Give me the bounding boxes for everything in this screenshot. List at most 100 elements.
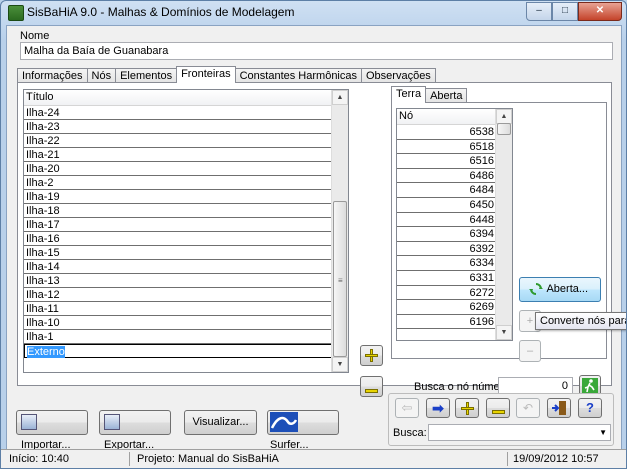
visualizar-button[interactable]: Visualizar... [184, 410, 257, 435]
exportar-button[interactable]: Exportar... [99, 410, 171, 451]
title-row[interactable]: Ilha-11 [24, 302, 332, 316]
chevron-down-icon[interactable]: ▼ [599, 428, 607, 437]
main-window: SisBaHiA 9.0 - Malhas & Domínios de Mode… [0, 0, 627, 469]
title-row-label: Ilha-19 [26, 191, 60, 203]
title-row-label: Ilha-20 [26, 163, 60, 175]
title-row-label: Ilha-15 [26, 247, 60, 259]
titles-grid[interactable]: Título ▽ Ilha-24 Ilha-23 Ilha-22 Ilha-21 Ilh… [23, 89, 349, 373]
title-bar[interactable]: SisBaHiA 9.0 - Malhas & Domínios de Mode… [1, 1, 626, 23]
minus-disabled-icon: – [526, 345, 534, 357]
tab-fronteiras[interactable]: Fronteiras [176, 66, 236, 83]
importar-button[interactable]: Importar... [16, 410, 88, 451]
add-boundary-button[interactable] [360, 345, 383, 366]
arrow-right-icon: ➡ [432, 400, 444, 416]
nav-add-button[interactable] [455, 398, 479, 418]
import-icon [21, 414, 37, 431]
nav-minus-icon [491, 410, 505, 415]
title-row[interactable]: Ilha-24 [24, 106, 332, 120]
nodes-grid[interactable]: Nó 6538 6518 6516 6486 6484 6450 6448 6394 6392 6… [396, 108, 513, 341]
title-row[interactable]: Ilha-14 [24, 260, 332, 274]
nodes-scroll-thumb[interactable] [497, 123, 511, 135]
tab-elementos[interactable]: Elementos [115, 68, 178, 83]
client-area: Nome Malha da Baía de Guanabara Informaç… [6, 25, 626, 451]
surfer-button[interactable]: Surfer... [267, 410, 339, 451]
busca-select[interactable]: ▼ [428, 424, 611, 441]
minimize-button[interactable]: – [526, 2, 552, 21]
minus-icon [365, 389, 378, 394]
tab-aberta[interactable]: Aberta [425, 88, 468, 103]
title-row[interactable]: Ilha-16 [24, 232, 332, 246]
tab-observacoes[interactable]: Observações [361, 68, 436, 83]
scroll-up-arrow[interactable]: ▲ [332, 90, 348, 105]
tab-terra[interactable]: Terra [391, 86, 427, 103]
title-row[interactable]: Ilha-15 [24, 246, 332, 260]
nodes-scroll-up-arrow[interactable]: ▲ [496, 109, 512, 124]
status-bar: Início: 10:40 Projeto: Manual do SisBaHi… [1, 449, 626, 468]
titles-grid-header[interactable]: Título ▽ [24, 90, 348, 106]
status-datetime: 19/09/2012 10:57 [513, 453, 599, 465]
title-row[interactable]: Ilha-13 [24, 274, 332, 288]
close-button[interactable]: ✕ [578, 2, 622, 21]
title-row-label: Ilha-12 [26, 289, 60, 301]
nav-exit-button[interactable] [547, 398, 571, 418]
remove-boundary-button[interactable] [360, 376, 383, 397]
title-row[interactable]: Ilha-10 [24, 316, 332, 330]
title-row[interactable]: Ilha-20 [24, 162, 332, 176]
window-title: SisBaHiA 9.0 - Malhas & Domínios de Mode… [27, 5, 295, 19]
title-row-label: Ilha-17 [26, 219, 60, 231]
title-row-label: Ilha-21 [26, 149, 60, 161]
title-row[interactable]: Externo [24, 344, 332, 358]
title-row[interactable]: Ilha-12 [24, 288, 332, 302]
tab-informacoes[interactable]: Informações [17, 68, 88, 83]
title-row[interactable]: Ilha-1 [24, 330, 332, 344]
title-row-label: Ilha-2 [26, 177, 54, 189]
tab-nos[interactable]: Nós [86, 68, 117, 83]
title-row[interactable]: Ilha-22 [24, 134, 332, 148]
main-tabs: Informações Nós Elementos Fronteiras Con… [17, 66, 436, 83]
undo-icon: ↶ [522, 401, 534, 415]
nav-forward-button[interactable]: ➡ [426, 398, 450, 418]
title-row[interactable]: Ilha-18 [24, 204, 332, 218]
title-row-label: Ilha-22 [26, 135, 60, 147]
convert-refresh-icon [529, 283, 543, 296]
nav-help-button[interactable]: ? [578, 398, 602, 418]
title-row[interactable]: Ilha-19 [24, 190, 332, 204]
maximize-button[interactable]: □ [552, 2, 578, 21]
nodes-header-label: Nó [399, 110, 414, 122]
name-label: Nome [20, 30, 50, 42]
nav-remove-button[interactable] [486, 398, 510, 418]
navigation-group: ⇦ ➡ ↶ ? Busca: ▼ [388, 393, 614, 446]
nav-undo-button[interactable]: ↶ [516, 398, 540, 418]
app-icon [8, 5, 24, 21]
title-row-label: Ilha-24 [26, 107, 60, 119]
scroll-thumb[interactable]: ≡ [333, 201, 347, 357]
aberta-label: Aberta... [546, 283, 589, 295]
titles-scrollbar[interactable]: ▲ ≡ ▼ [331, 90, 348, 372]
title-row[interactable]: Ilha-2 [24, 176, 332, 190]
title-row-label: Ilha-16 [26, 233, 60, 245]
title-row-label: Ilha-1 [26, 331, 54, 343]
title-row-label: Ilha-10 [26, 317, 60, 329]
aberta-button[interactable]: Aberta... [519, 277, 601, 302]
scroll-down-arrow[interactable]: ▼ [332, 357, 348, 372]
name-field[interactable]: Malha da Baía de Guanabara [20, 42, 613, 60]
remove-node-button[interactable]: – [519, 340, 541, 362]
nav-back-button[interactable]: ⇦ [395, 398, 419, 418]
title-row-label: Ilha-23 [26, 121, 60, 133]
title-row-label: Ilha-14 [26, 261, 60, 273]
title-row[interactable]: Ilha-17 [24, 218, 332, 232]
status-inicio: Início: 10:40 [5, 452, 130, 466]
sub-tabs: Terra Aberta [391, 86, 468, 103]
nodes-scrollbar[interactable]: ▲ ▼ [495, 109, 512, 340]
tooltip: Converte nós para a fr [535, 312, 626, 330]
nodes-scroll-down-arrow[interactable]: ▼ [496, 325, 512, 340]
arrow-left-icon: ⇦ [401, 400, 413, 415]
title-row-label: Ilha-11 [26, 303, 59, 315]
busca-label: Busca: [393, 427, 427, 439]
title-row[interactable]: Ilha-21 [24, 148, 332, 162]
titles-header-label: Título [26, 91, 54, 103]
title-row-label: Ilha-13 [26, 275, 60, 287]
surfer-wave-icon [270, 412, 298, 433]
title-row[interactable]: Ilha-23 [24, 120, 332, 134]
tab-constantes-harmonicas[interactable]: Constantes Harmônicas [234, 68, 362, 83]
